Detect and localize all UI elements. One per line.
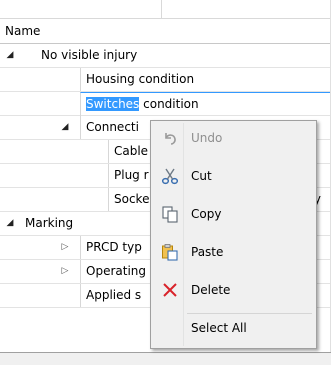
- menu-item-label: Copy: [191, 207, 222, 221]
- context-menu: Undo Cut Copy Paste Delete Select All: [150, 120, 317, 349]
- row-label: Marking: [25, 216, 74, 230]
- paste-icon: [161, 243, 179, 261]
- top-strip: [0, 0, 331, 19]
- menu-item-label: Cut: [191, 169, 212, 183]
- row-label: Switches condition: [86, 97, 199, 111]
- selected-text: Switches: [86, 97, 140, 111]
- expand-toggle-icon[interactable]: ◢: [5, 218, 15, 228]
- top-strip-divider: [161, 0, 162, 18]
- menu-vertical-separator: [183, 123, 184, 346]
- scissors-icon: [161, 167, 179, 185]
- menu-item-label: Select All: [191, 321, 247, 335]
- row-label-rest: condition: [139, 97, 199, 111]
- row-label: Connecti: [86, 120, 139, 134]
- tree-row-selected[interactable]: Switches condition: [0, 92, 331, 116]
- row-label: PRCD typ: [86, 240, 142, 254]
- row-label: Socke: [114, 192, 150, 206]
- expand-toggle-icon[interactable]: ▷: [60, 242, 70, 252]
- row-label: Operating: [86, 264, 146, 278]
- row-label: Cable: [114, 144, 149, 158]
- expand-toggle-icon[interactable]: ▷: [60, 266, 70, 276]
- undo-icon: [161, 129, 179, 147]
- menu-item-undo[interactable]: Undo: [153, 123, 314, 153]
- delete-icon: [161, 281, 179, 299]
- row-label: No visible injury: [41, 48, 138, 62]
- tree-row[interactable]: Housing condition: [0, 68, 331, 92]
- tree-cell: Housing condition: [80, 68, 331, 91]
- menu-icon-column: [151, 121, 183, 348]
- column-header-label: Name: [5, 24, 41, 38]
- menu-item-paste[interactable]: Paste: [153, 237, 314, 267]
- menu-item-copy[interactable]: Copy: [153, 199, 314, 229]
- menu-item-label: Paste: [191, 245, 224, 259]
- menu-separator: [187, 313, 312, 314]
- row-label: Housing condition: [86, 72, 195, 86]
- expand-toggle-icon[interactable]: ◢: [60, 122, 70, 132]
- tree-row[interactable]: ◢ No visible injury: [0, 44, 331, 68]
- menu-item-select-all[interactable]: Select All: [153, 317, 314, 347]
- tree-grid-panel: Name ◢ No visible injury Housing conditi…: [0, 0, 331, 365]
- tree-cell: No visible injury: [41, 44, 331, 67]
- expand-toggle-icon[interactable]: ◢: [5, 50, 15, 60]
- menu-item-cut[interactable]: Cut: [153, 161, 314, 191]
- column-header-name[interactable]: Name: [0, 19, 331, 44]
- row-label: Plug r: [114, 168, 149, 182]
- copy-icon: [161, 205, 179, 223]
- menu-item-label: Undo: [191, 131, 223, 145]
- row-label: Applied s: [86, 288, 142, 302]
- menu-item-label: Delete: [191, 283, 231, 297]
- tree-cell: Switches condition: [80, 92, 331, 116]
- menu-item-delete[interactable]: Delete: [153, 275, 314, 305]
